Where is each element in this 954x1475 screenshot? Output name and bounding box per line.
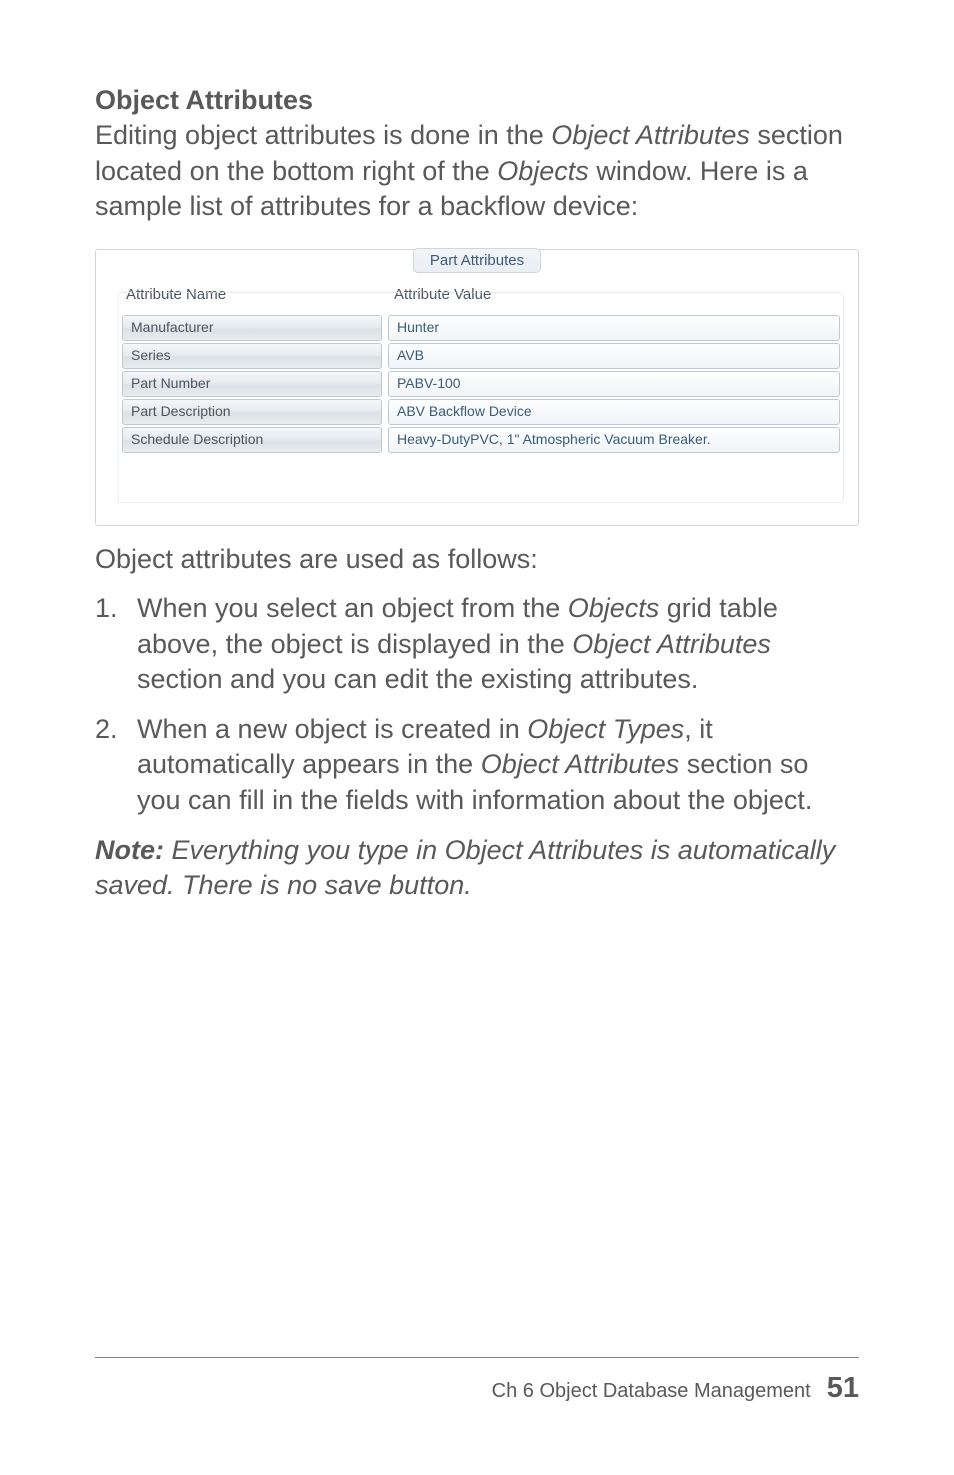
note-text: Everything you type in Object Attributes… bbox=[95, 835, 835, 901]
list-item: 2. When a new object is created in Objec… bbox=[95, 712, 859, 819]
page-footer: Ch 6 Object Database Management 51 bbox=[95, 1357, 859, 1405]
section-heading: Object Attributes bbox=[95, 85, 859, 116]
footer-chapter: Ch 6 Object Database Management bbox=[492, 1380, 811, 1403]
list-item: 1. When you select an object from the Ob… bbox=[95, 591, 859, 698]
panel-body: Attribute Name Attribute Value Manufactu… bbox=[104, 256, 850, 513]
list-text: When you select an object from the bbox=[137, 593, 568, 623]
note-paragraph: Note: Everything you type in Object Attr… bbox=[95, 833, 859, 904]
part-attributes-panel: Part Attributes Attribute Name Attribute… bbox=[95, 249, 859, 526]
list-italic-object-attributes: Object Attributes bbox=[572, 629, 771, 659]
list-italic-objects: Objects bbox=[568, 593, 660, 623]
panel-inset-border bbox=[118, 292, 844, 503]
followup-text: Object attributes are used as follows: bbox=[95, 544, 859, 575]
note-label: Note: bbox=[95, 835, 164, 865]
list-item-number: 2. bbox=[95, 712, 137, 819]
list-italic-object-attributes: Object Attributes bbox=[481, 749, 680, 779]
list-text: When a new object is created in bbox=[137, 714, 527, 744]
list-item-text: When a new object is created in Object T… bbox=[137, 712, 859, 819]
intro-italic-objects: Objects bbox=[497, 156, 589, 186]
numbered-list: 1. When you select an object from the Ob… bbox=[95, 591, 859, 819]
document-page: Object Attributes Editing object attribu… bbox=[0, 0, 954, 1475]
footer-page-number: 51 bbox=[827, 1372, 859, 1405]
list-item-text: When you select an object from the Objec… bbox=[137, 591, 859, 698]
intro-paragraph: Editing object attributes is done in the… bbox=[95, 118, 859, 225]
list-text: section and you can edit the existing at… bbox=[137, 664, 698, 694]
list-italic-object-types: Object Types bbox=[527, 714, 684, 744]
list-item-number: 1. bbox=[95, 591, 137, 698]
intro-italic-object-attributes: Object Attributes bbox=[551, 120, 750, 150]
intro-text: Editing object attributes is done in the bbox=[95, 120, 551, 150]
